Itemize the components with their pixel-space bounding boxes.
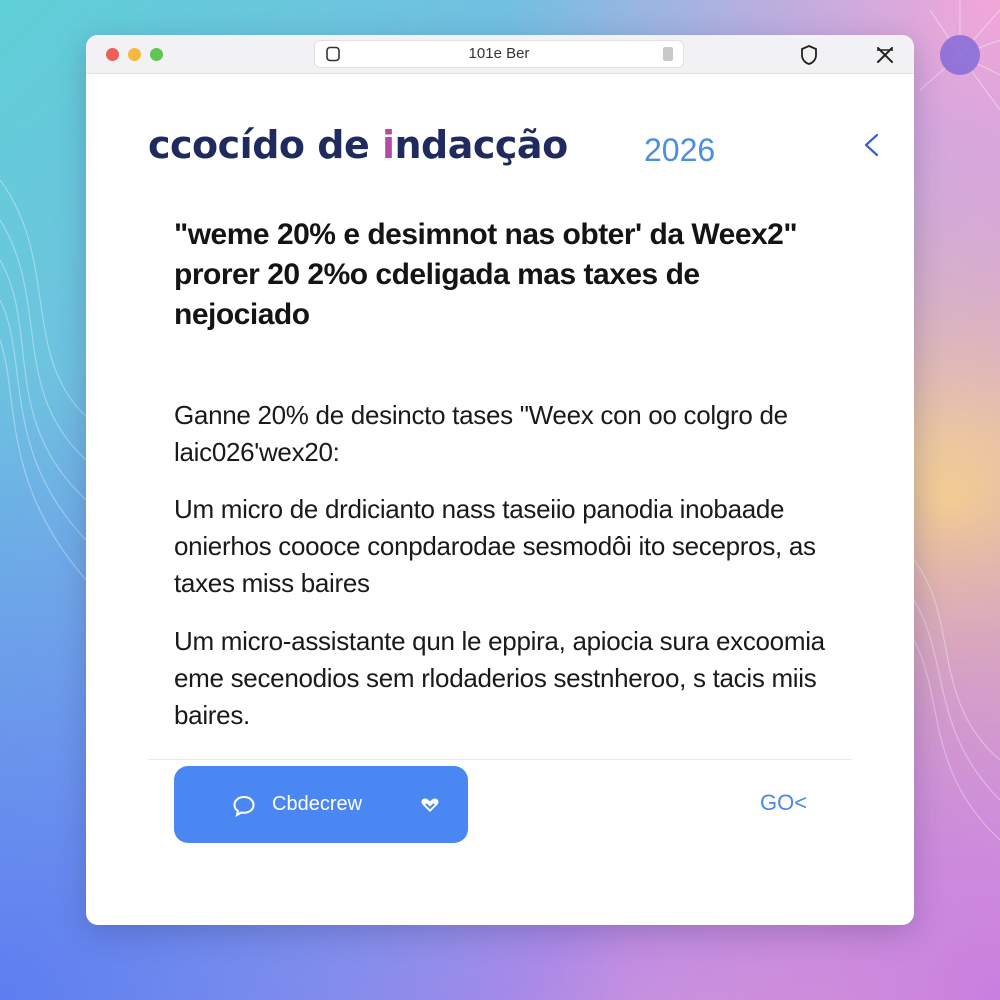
primary-action-label: Cbdecrew xyxy=(272,793,363,815)
shield-icon[interactable] xyxy=(798,44,820,66)
footer-divider xyxy=(148,759,852,760)
page-title: ccocído de indacção xyxy=(148,123,568,167)
primary-action-button[interactable]: Cbdecrew xyxy=(174,766,468,843)
heart-icon xyxy=(421,798,439,812)
close-icon[interactable] xyxy=(874,44,896,66)
description-paragraph: Um micro de drdicianto nass taseiio pano… xyxy=(174,494,816,598)
address-text: 101e Ber xyxy=(468,45,530,62)
description-paragraph: Ganne 20% de desincto tases "Weex con oo… xyxy=(174,400,788,467)
minimize-window-button[interactable] xyxy=(128,48,141,61)
back-chevron-icon[interactable] xyxy=(858,131,886,159)
code-link[interactable]: GO< xyxy=(760,790,807,816)
year-label: 2026 xyxy=(644,132,716,168)
maximize-window-button[interactable] xyxy=(150,48,163,61)
address-bar[interactable]: 101e Ber xyxy=(314,40,684,68)
title-bar: 101e Ber xyxy=(86,35,914,74)
description-paragraph: Um micro-assistante qun le eppira, apioc… xyxy=(174,626,825,730)
close-window-button[interactable] xyxy=(106,48,119,61)
browser-window: 101e Ber ccocído de indacção 2026 "weme … xyxy=(86,35,914,925)
promo-quote: "weme 20% e desimnot nas obter' da Weex2… xyxy=(174,218,798,331)
address-scroll-indicator xyxy=(663,47,673,61)
promo-card: "weme 20% e desimnot nas obter' da Weex2… xyxy=(148,185,852,857)
chat-icon xyxy=(233,795,255,817)
